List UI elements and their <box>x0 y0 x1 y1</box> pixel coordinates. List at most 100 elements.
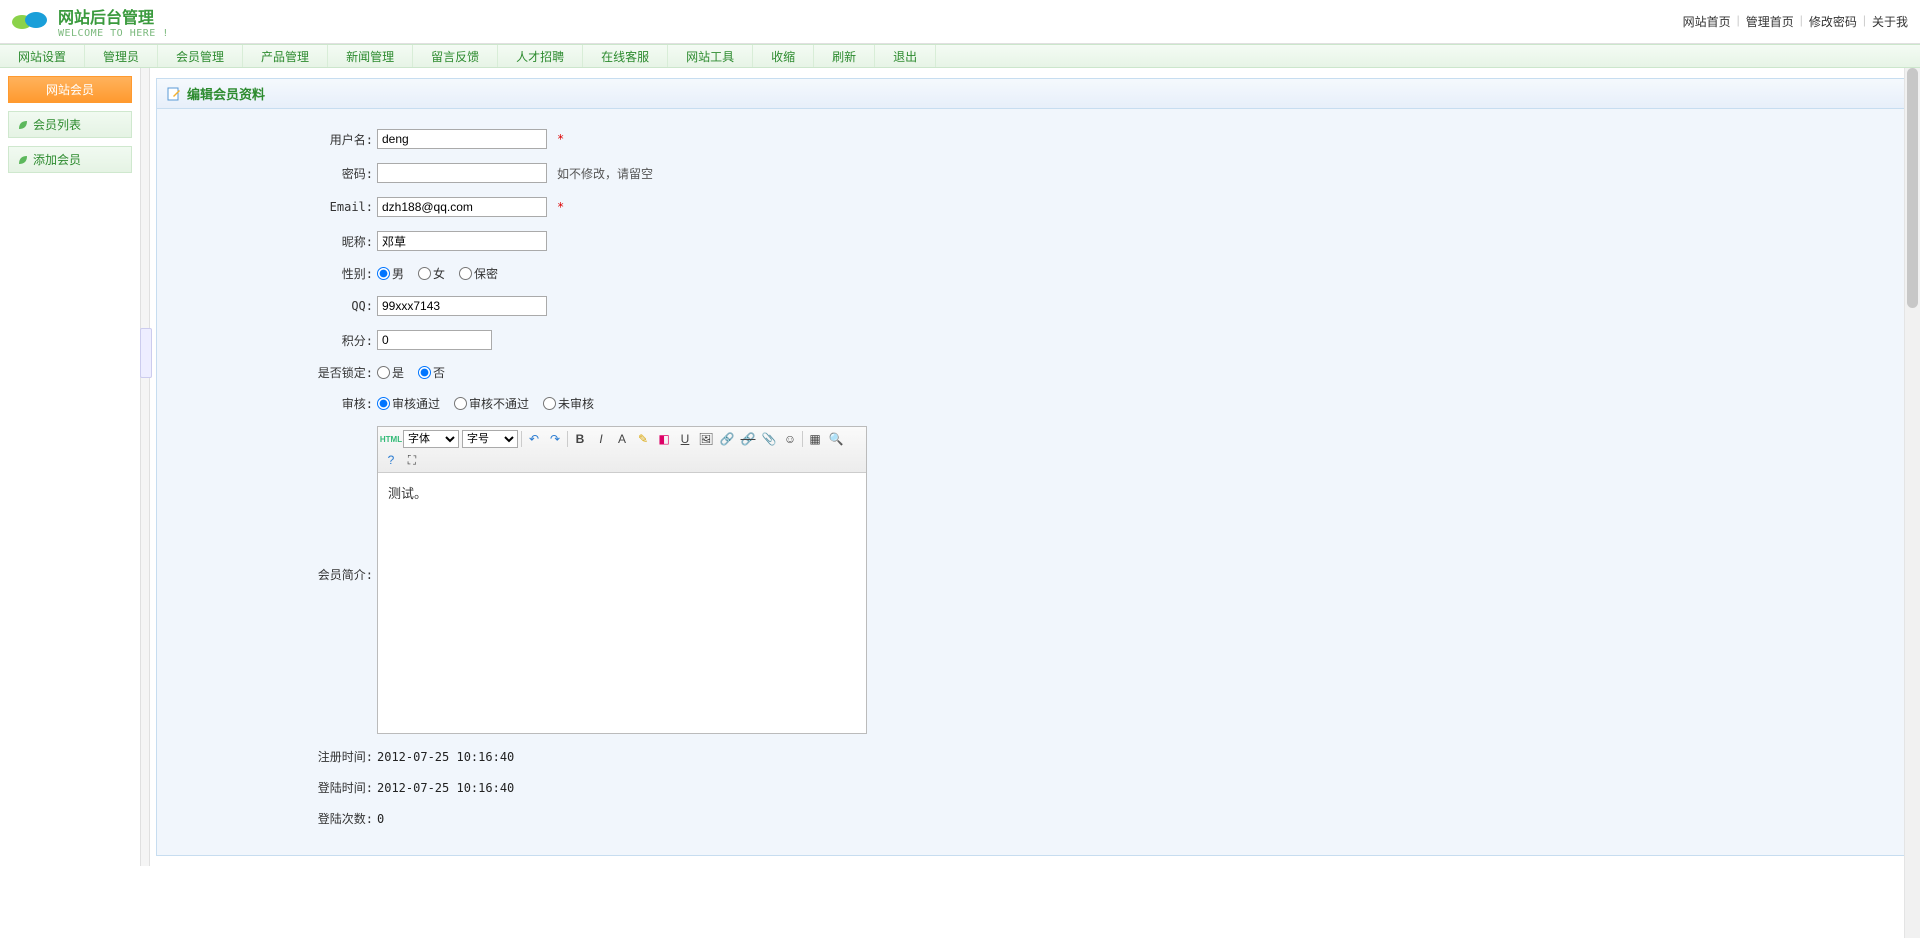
editor-font-select[interactable]: 字体 <box>403 430 459 448</box>
login-value: 2012-07-25 10:16:40 <box>377 781 514 795</box>
row-email: Email: * <box>177 197 1887 217</box>
audit-pass[interactable]: 审核通过 <box>377 395 440 412</box>
scrollbar-thumb[interactable] <box>1907 68 1918 308</box>
password-hint: 如不修改，请留空 <box>557 165 653 182</box>
nav-logout[interactable]: 退出 <box>875 45 936 67</box>
fontcolor-icon[interactable]: A <box>613 430 631 448</box>
nav-jobs[interactable]: 人才招聘 <box>498 45 583 67</box>
highlight-icon[interactable]: ✎ <box>634 430 652 448</box>
emoji-icon[interactable]: ☺ <box>781 430 799 448</box>
editor-size-select[interactable]: 字号 <box>462 430 518 448</box>
row-username: 用户名: * <box>177 129 1887 149</box>
header-left: 网站后台管理 WELCOME TO HERE ! <box>10 4 169 39</box>
label-points: 积分: <box>177 332 377 349</box>
locked-no[interactable]: 否 <box>418 364 445 381</box>
nav-collapse[interactable]: 收缩 <box>753 45 814 67</box>
nickname-input[interactable] <box>377 231 547 251</box>
unlink-icon[interactable]: 🔗 <box>739 430 757 448</box>
label-gender: 性别: <box>177 265 377 282</box>
nav-products[interactable]: 产品管理 <box>243 45 328 67</box>
header-links: 网站首页| 管理首页| 修改密码| 关于我 <box>1681 13 1910 30</box>
link-site-home[interactable]: 网站首页 <box>1681 13 1733 30</box>
gender-male[interactable]: 男 <box>377 265 404 282</box>
label-audit: 审核: <box>177 395 377 412</box>
label-nickname: 昵称: <box>177 233 377 250</box>
leaf-icon <box>17 119 29 131</box>
count-value: 0 <box>377 812 384 826</box>
row-login: 登陆时间: 2012-07-25 10:16:40 <box>177 779 1887 796</box>
table-icon[interactable]: ▦ <box>806 430 824 448</box>
link-change-password[interactable]: 修改密码 <box>1807 13 1859 30</box>
redo-icon[interactable]: ↷ <box>546 430 564 448</box>
audit-fail[interactable]: 审核不通过 <box>454 395 529 412</box>
required-mark: * <box>557 200 564 214</box>
nav-tools[interactable]: 网站工具 <box>668 45 753 67</box>
vertical-scrollbar[interactable] <box>1904 68 1920 938</box>
required-mark: * <box>557 132 564 146</box>
link-admin-home[interactable]: 管理首页 <box>1744 13 1796 30</box>
leaf-icon <box>17 154 29 166</box>
row-qq: QQ: <box>177 296 1887 316</box>
splitter[interactable] <box>140 68 150 866</box>
sidebar-item-label: 会员列表 <box>33 116 81 133</box>
attach-icon[interactable]: 📎 <box>760 430 778 448</box>
help-icon[interactable]: ? <box>382 451 400 469</box>
italic-icon[interactable]: I <box>592 430 610 448</box>
panel-header: 编辑会员资料 <box>157 79 1907 109</box>
image-icon[interactable]: 🖼 <box>697 430 715 448</box>
editor-toolbar: HTML 字体 字号 ↶ ↷ B I A ✎ <box>378 427 866 473</box>
row-locked: 是否锁定: 是 否 <box>177 364 1887 381</box>
password-input[interactable] <box>377 163 547 183</box>
nav-admins[interactable]: 管理员 <box>85 45 158 67</box>
reg-value: 2012-07-25 10:16:40 <box>377 750 514 764</box>
row-password: 密码: 如不修改，请留空 <box>177 163 1887 183</box>
nav-site-settings[interactable]: 网站设置 <box>0 45 85 67</box>
fullscreen-icon[interactable]: ⛶ <box>403 451 421 469</box>
gender-secret[interactable]: 保密 <box>459 265 498 282</box>
splitter-handle-icon[interactable] <box>140 328 152 378</box>
row-gender: 性别: 男 女 保密 <box>177 265 1887 282</box>
link-icon[interactable]: 🔗 <box>718 430 736 448</box>
logo-icon <box>10 10 50 34</box>
email-input[interactable] <box>377 197 547 217</box>
locked-yes[interactable]: 是 <box>377 364 404 381</box>
label-count: 登陆次数: <box>177 810 377 827</box>
label-locked: 是否锁定: <box>177 364 377 381</box>
underline-icon[interactable]: U <box>676 430 694 448</box>
bold-icon[interactable]: B <box>571 430 589 448</box>
sidebar-item-member-list[interactable]: 会员列表 <box>8 111 132 138</box>
row-nickname: 昵称: <box>177 231 1887 251</box>
preview-icon[interactable]: 🔍 <box>827 430 845 448</box>
nav-support[interactable]: 在线客服 <box>583 45 668 67</box>
undo-icon[interactable]: ↶ <box>525 430 543 448</box>
nav-news[interactable]: 新闻管理 <box>328 45 413 67</box>
nav-refresh[interactable]: 刷新 <box>814 45 875 67</box>
row-reg: 注册时间: 2012-07-25 10:16:40 <box>177 748 1887 765</box>
app-header: 网站后台管理 WELCOME TO HERE ! 网站首页| 管理首页| 修改密… <box>0 0 1920 44</box>
panel-body: 用户名: * 密码: 如不修改，请留空 Email: <box>157 109 1907 855</box>
qq-input[interactable] <box>377 296 547 316</box>
nav-members[interactable]: 会员管理 <box>158 45 243 67</box>
sidebar-item-label: 添加会员 <box>33 151 81 168</box>
rich-editor: HTML 字体 字号 ↶ ↷ B I A ✎ <box>377 426 867 734</box>
sidebar-item-add-member[interactable]: 添加会员 <box>8 146 132 173</box>
audit-none[interactable]: 未审核 <box>543 395 594 412</box>
gender-female[interactable]: 女 <box>418 265 445 282</box>
label-qq: QQ: <box>177 299 377 313</box>
points-input[interactable] <box>377 330 492 350</box>
eraser-icon[interactable]: ◧ <box>655 430 673 448</box>
editor-body[interactable]: 测试。 <box>378 473 866 733</box>
main-nav: 网站设置 管理员 会员管理 产品管理 新闻管理 留言反馈 人才招聘 在线客服 网… <box>0 44 1920 68</box>
label-email: Email: <box>177 200 377 214</box>
label-login: 登陆时间: <box>177 779 377 796</box>
link-about[interactable]: 关于我 <box>1870 13 1910 30</box>
row-audit: 审核: 审核通过 审核不通过 未审核 <box>177 395 1887 412</box>
layout: 网站会员 会员列表 添加会员 编辑会员资料 用户名: * <box>0 68 1920 866</box>
main-content: 编辑会员资料 用户名: * 密码: 如不修改，请留空 <box>150 68 1920 866</box>
editor-html-btn[interactable]: HTML <box>382 430 400 448</box>
sidebar: 网站会员 会员列表 添加会员 <box>0 68 140 866</box>
nav-feedback[interactable]: 留言反馈 <box>413 45 498 67</box>
header-titles: 网站后台管理 WELCOME TO HERE ! <box>58 4 169 39</box>
username-input[interactable] <box>377 129 547 149</box>
row-count: 登陆次数: 0 <box>177 810 1887 827</box>
